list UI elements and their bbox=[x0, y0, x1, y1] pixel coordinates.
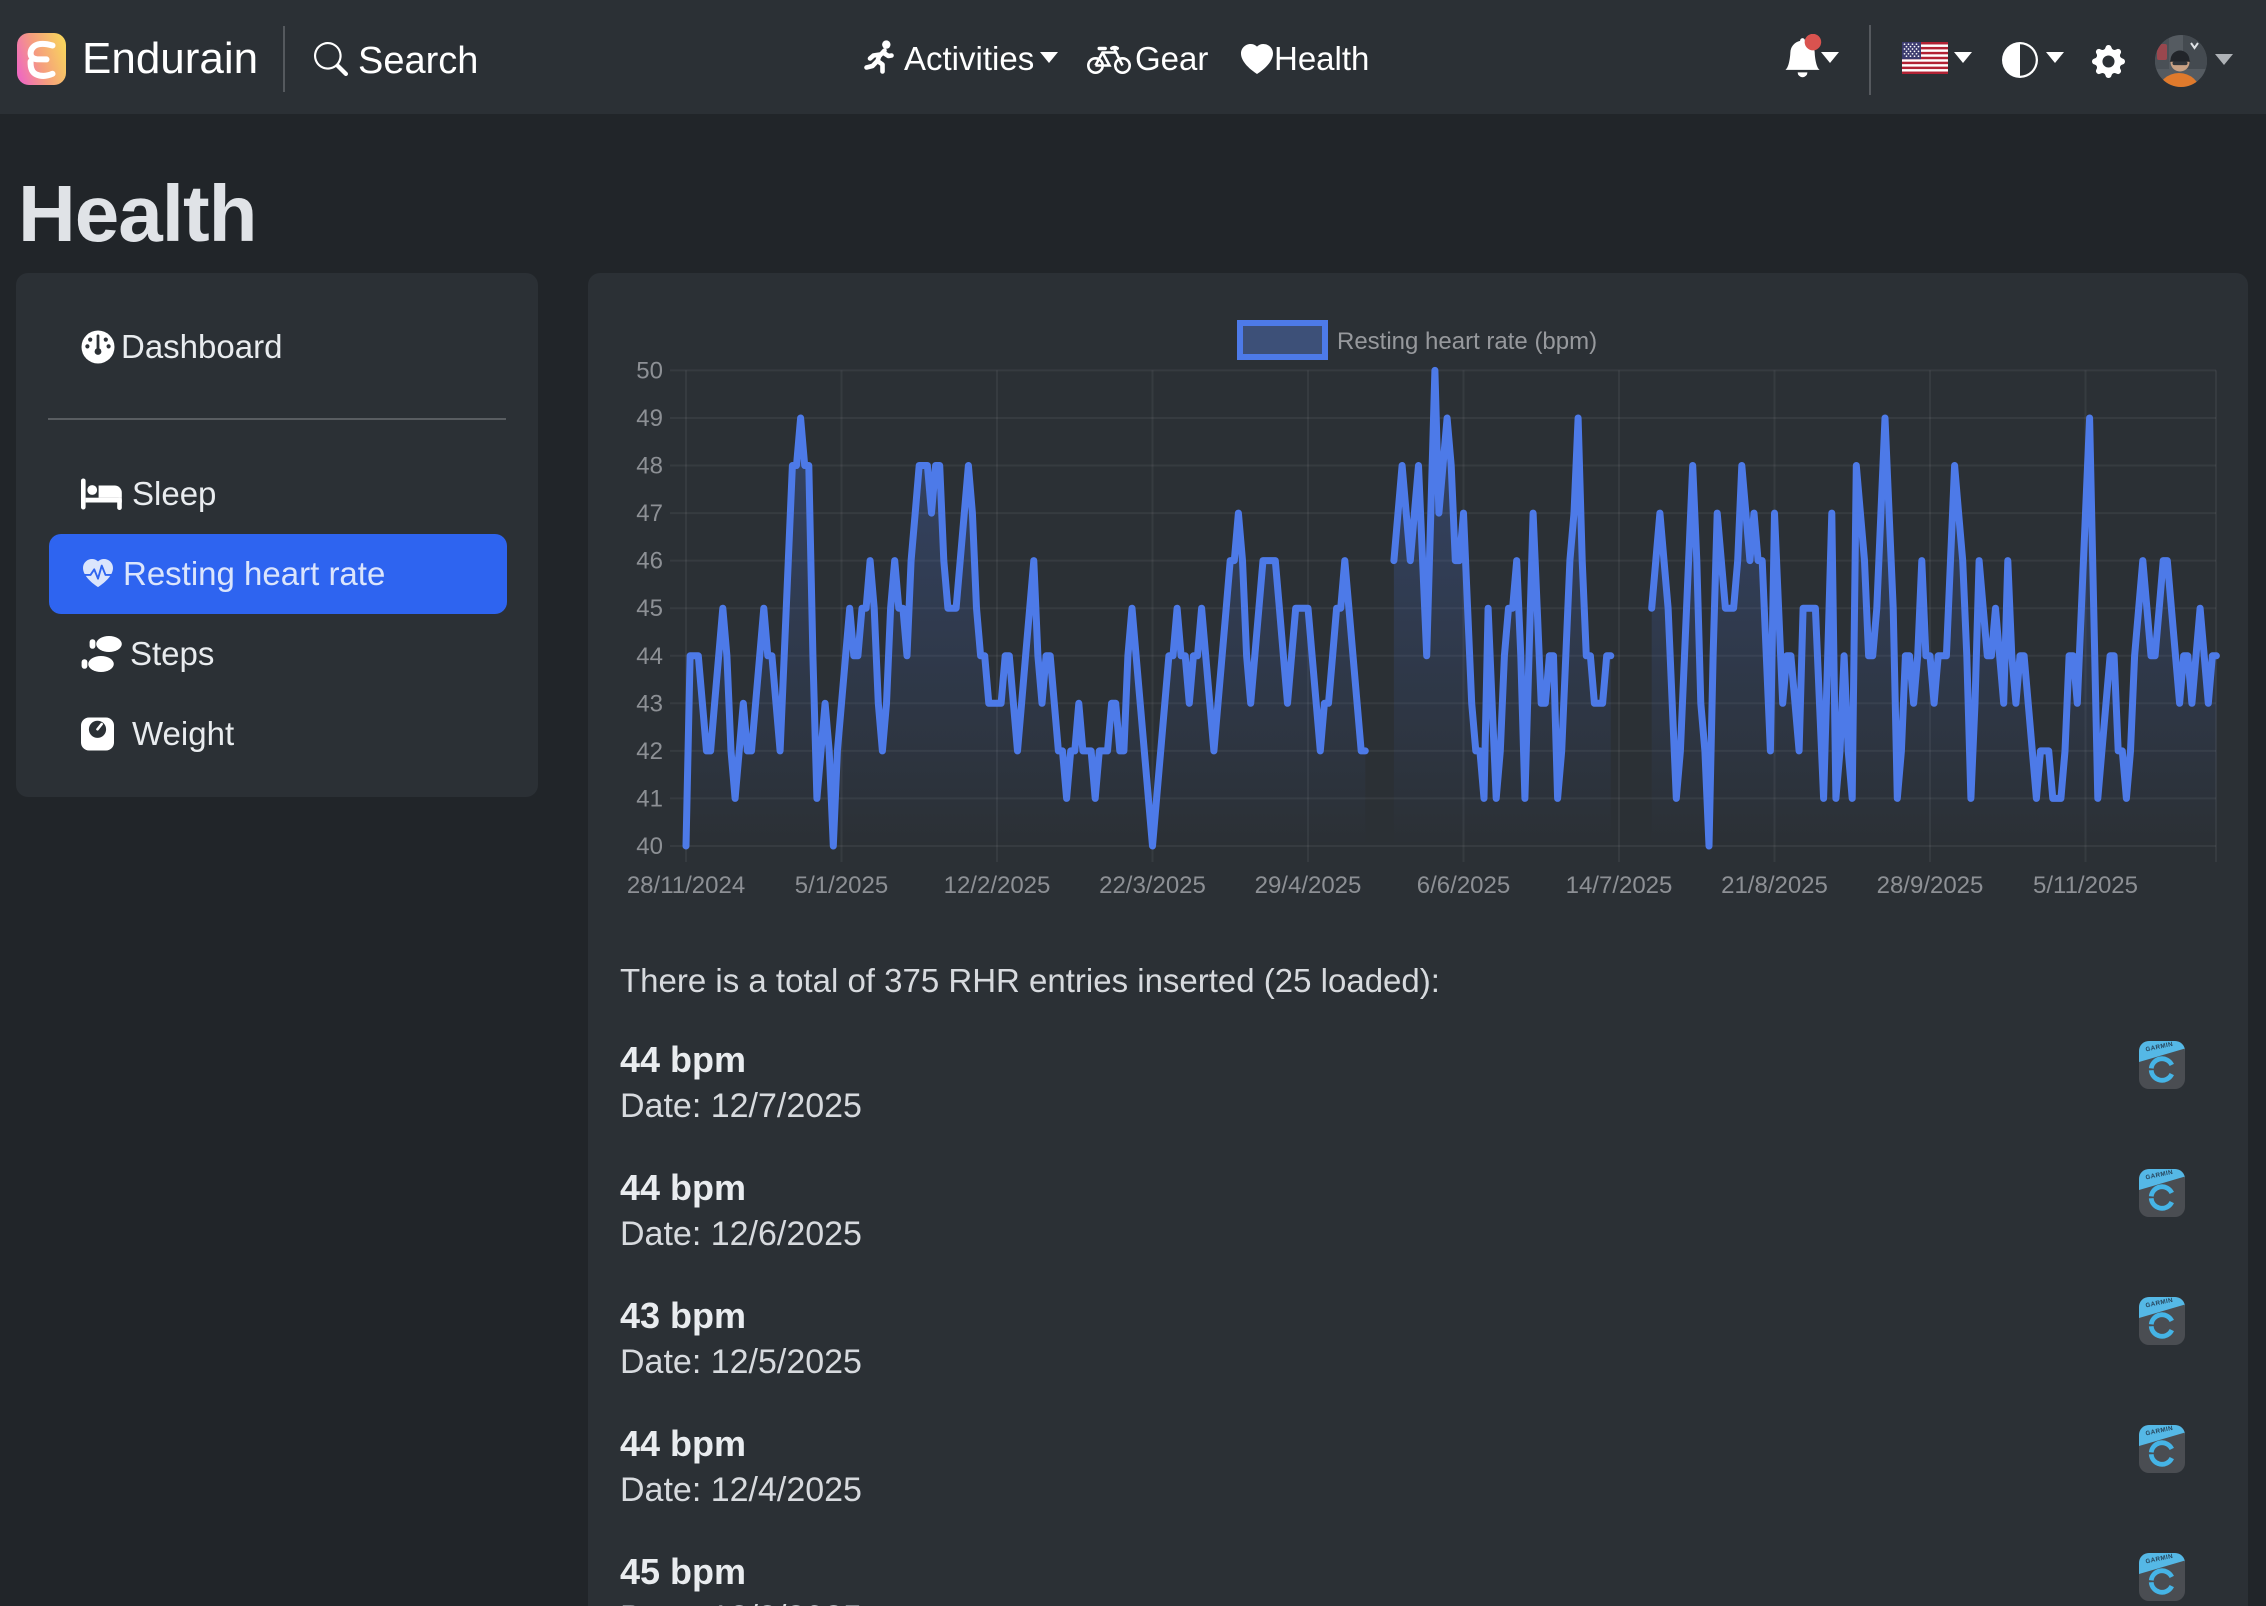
svg-text:40: 40 bbox=[636, 833, 663, 860]
svg-text:29/4/2025: 29/4/2025 bbox=[1255, 872, 1362, 899]
svg-text:14/7/2025: 14/7/2025 bbox=[1566, 872, 1673, 899]
svg-text:Resting heart rate (bpm): Resting heart rate (bpm) bbox=[1337, 328, 1597, 355]
svg-text:28/11/2024: 28/11/2024 bbox=[627, 872, 745, 899]
svg-text:49: 49 bbox=[636, 405, 663, 432]
svg-text:6/6/2025: 6/6/2025 bbox=[1417, 872, 1510, 899]
svg-text:12/2/2025: 12/2/2025 bbox=[944, 872, 1051, 899]
svg-text:50: 50 bbox=[636, 357, 663, 384]
svg-text:28/9/2025: 28/9/2025 bbox=[1877, 872, 1984, 899]
svg-text:5/11/2025: 5/11/2025 bbox=[2033, 872, 2138, 899]
svg-text:43: 43 bbox=[636, 690, 663, 717]
svg-text:46: 46 bbox=[636, 548, 663, 575]
svg-text:41: 41 bbox=[636, 785, 663, 812]
svg-text:42: 42 bbox=[636, 738, 663, 765]
svg-text:48: 48 bbox=[636, 453, 663, 480]
svg-text:45: 45 bbox=[636, 595, 663, 622]
svg-text:21/8/2025: 21/8/2025 bbox=[1721, 872, 1828, 899]
svg-text:44: 44 bbox=[636, 643, 663, 670]
svg-text:22/3/2025: 22/3/2025 bbox=[1099, 872, 1206, 899]
svg-text:47: 47 bbox=[636, 500, 663, 527]
svg-text:5/1/2025: 5/1/2025 bbox=[795, 872, 888, 899]
